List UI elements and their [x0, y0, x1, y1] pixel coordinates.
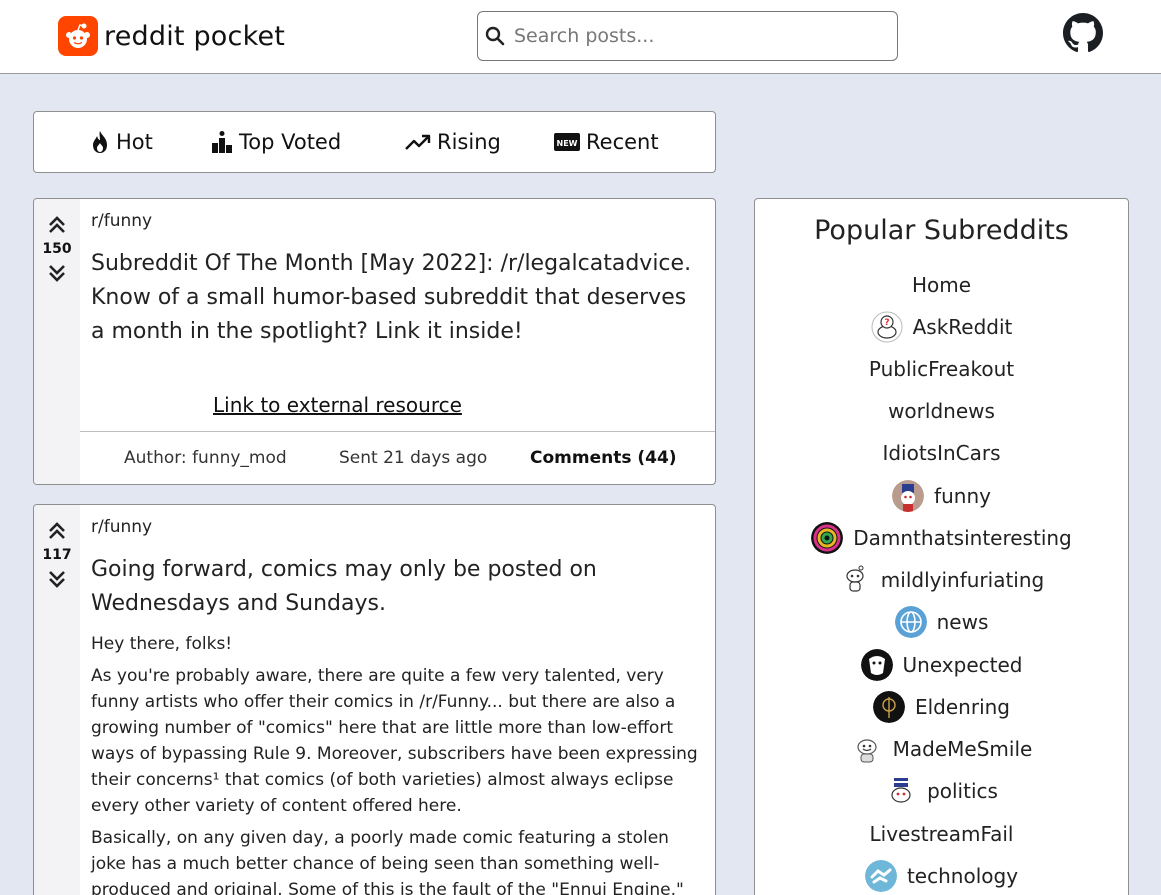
mildlyinfuriating-icon — [839, 564, 871, 596]
sidebar-item-mademesmile[interactable]: MadeMeSmile — [755, 731, 1128, 767]
sidebar-item-label: technology — [906, 864, 1019, 888]
podium-icon — [212, 131, 232, 153]
post-timestamp: Sent 21 days ago — [339, 448, 488, 468]
sidebar-item-funny[interactable]: funny — [755, 478, 1128, 514]
sidebar-item-label: Eldenring — [914, 695, 1011, 719]
eldenring-icon — [872, 691, 905, 723]
search-box — [477, 11, 898, 61]
tab-rising[interactable]: Rising — [405, 112, 501, 172]
news-globe-icon — [894, 606, 927, 638]
post-text: Hey there, folks! As you're probably awa… — [91, 631, 703, 895]
sidebar-item-technology[interactable]: technology — [755, 858, 1128, 894]
trending-up-icon — [405, 134, 431, 150]
brand[interactable]: reddit pocket — [58, 16, 285, 56]
vote-count: 117 — [42, 547, 72, 563]
sidebar-item-damnthatsinteresting[interactable]: Damnthatsinteresting — [755, 520, 1128, 556]
sidebar-item-label: Unexpected — [902, 653, 1023, 677]
sidebar-item-label: AskReddit — [912, 315, 1013, 339]
sidebar-item-publicfreakout[interactable]: PublicFreakout — [755, 351, 1128, 387]
sidebar-item-livestreamfail[interactable]: LivestreamFail — [755, 816, 1128, 852]
github-icon[interactable] — [1063, 13, 1103, 53]
search-icon — [485, 26, 505, 46]
sidebar-item-label: Home — [911, 273, 972, 297]
top-bar: reddit pocket — [0, 0, 1161, 74]
tab-rising-label: Rising — [437, 130, 501, 154]
post-card: 117 r/funny Going forward, comics may on… — [33, 504, 716, 895]
post-title[interactable]: Going forward, comics may only be posted… — [91, 553, 703, 621]
sidebar-title: Popular Subreddits — [814, 215, 1069, 246]
double-chevron-up-icon — [49, 216, 65, 233]
post-subreddit[interactable]: r/funny — [91, 211, 152, 231]
downvote-button[interactable] — [45, 261, 69, 285]
flame-icon — [93, 131, 107, 153]
sidebar-item-label: mildlyinfuriating — [880, 568, 1045, 592]
tab-hot-label: Hot — [116, 130, 153, 154]
sidebar-item-eldenring[interactable]: Eldenring — [755, 689, 1128, 725]
post-author: Author: funny_mod — [124, 448, 287, 468]
upvote-button[interactable] — [45, 213, 69, 237]
tab-recent-label: Recent — [586, 130, 659, 154]
search-input[interactable] — [514, 25, 874, 47]
funny-icon — [892, 480, 925, 512]
damnthatsinteresting-icon — [811, 522, 844, 554]
vote-count: 150 — [42, 241, 72, 257]
sidebar-item-label: news — [936, 610, 989, 634]
svg-text:?: ? — [884, 318, 889, 328]
popular-subreddits-panel: Popular Subreddits Home ? AskReddit Publ… — [754, 198, 1129, 895]
post-title[interactable]: Subreddit Of The Month [May 2022]: /r/le… — [91, 247, 703, 349]
sidebar-item-label: MadeMeSmile — [892, 737, 1033, 761]
post-paragraph: Hey there, folks! — [91, 634, 233, 654]
new-badge-icon: NEW — [554, 133, 580, 151]
technology-icon — [864, 860, 897, 892]
post-card: 150 r/funny Subreddit Of The Month [May … — [33, 198, 716, 485]
politics-icon — [885, 775, 917, 807]
double-chevron-up-icon — [49, 522, 65, 539]
tab-recent[interactable]: NEW Recent — [554, 112, 659, 172]
sort-tabs: Hot Top Voted Rising NEW Recent — [33, 111, 716, 173]
post-footer: Author: funny_mod Sent 21 days ago Comme… — [80, 431, 715, 484]
sidebar-item-askreddit[interactable]: ? AskReddit — [755, 309, 1128, 345]
post-subreddit[interactable]: r/funny — [91, 517, 152, 537]
external-link[interactable]: Link to external resource — [213, 393, 462, 417]
vote-column: 117 — [34, 505, 80, 895]
sidebar-item-label: PublicFreakout — [868, 357, 1015, 381]
post-paragraph: Basically, on any given day, a poorly ma… — [91, 828, 684, 895]
sidebar-item-politics[interactable]: politics — [755, 773, 1128, 809]
vote-column: 150 — [34, 199, 80, 484]
sidebar-item-home[interactable]: Home — [755, 267, 1128, 303]
tab-top-voted[interactable]: Top Voted — [211, 112, 341, 172]
askreddit-icon: ? — [871, 311, 903, 343]
post-paragraph: As you're probably aware, there are quit… — [91, 666, 698, 816]
double-chevron-down-icon — [49, 265, 65, 282]
sidebar-item-label: Damnthatsinteresting — [853, 526, 1072, 550]
sidebar-item-mildlyinfuriating[interactable]: mildlyinfuriating — [755, 562, 1128, 598]
unexpected-icon — [860, 649, 893, 681]
svg-text:NEW: NEW — [557, 139, 578, 148]
sidebar-item-idiotsincars[interactable]: IdiotsInCars — [755, 435, 1128, 471]
sidebar-item-label: LivestreamFail — [869, 822, 1014, 846]
sidebar-item-news[interactable]: news — [755, 604, 1128, 640]
double-chevron-down-icon — [49, 571, 65, 588]
sidebar-item-label: IdiotsInCars — [882, 441, 1001, 465]
comments-link[interactable]: Comments (44) — [530, 448, 677, 468]
downvote-button[interactable] — [45, 567, 69, 591]
sidebar-item-unexpected[interactable]: Unexpected — [755, 647, 1128, 683]
sidebar-item-label: funny — [934, 484, 991, 508]
reddit-logo-icon — [58, 16, 98, 56]
tab-top-voted-label: Top Voted — [239, 130, 342, 154]
upvote-button[interactable] — [45, 519, 69, 543]
sidebar-item-worldnews[interactable]: worldnews — [755, 393, 1128, 429]
tab-hot[interactable]: Hot — [90, 112, 153, 172]
mademesmile-icon — [851, 733, 883, 765]
sidebar-item-label: worldnews — [888, 399, 995, 423]
sidebar-item-label: politics — [927, 779, 998, 803]
brand-name: reddit pocket — [104, 20, 286, 52]
